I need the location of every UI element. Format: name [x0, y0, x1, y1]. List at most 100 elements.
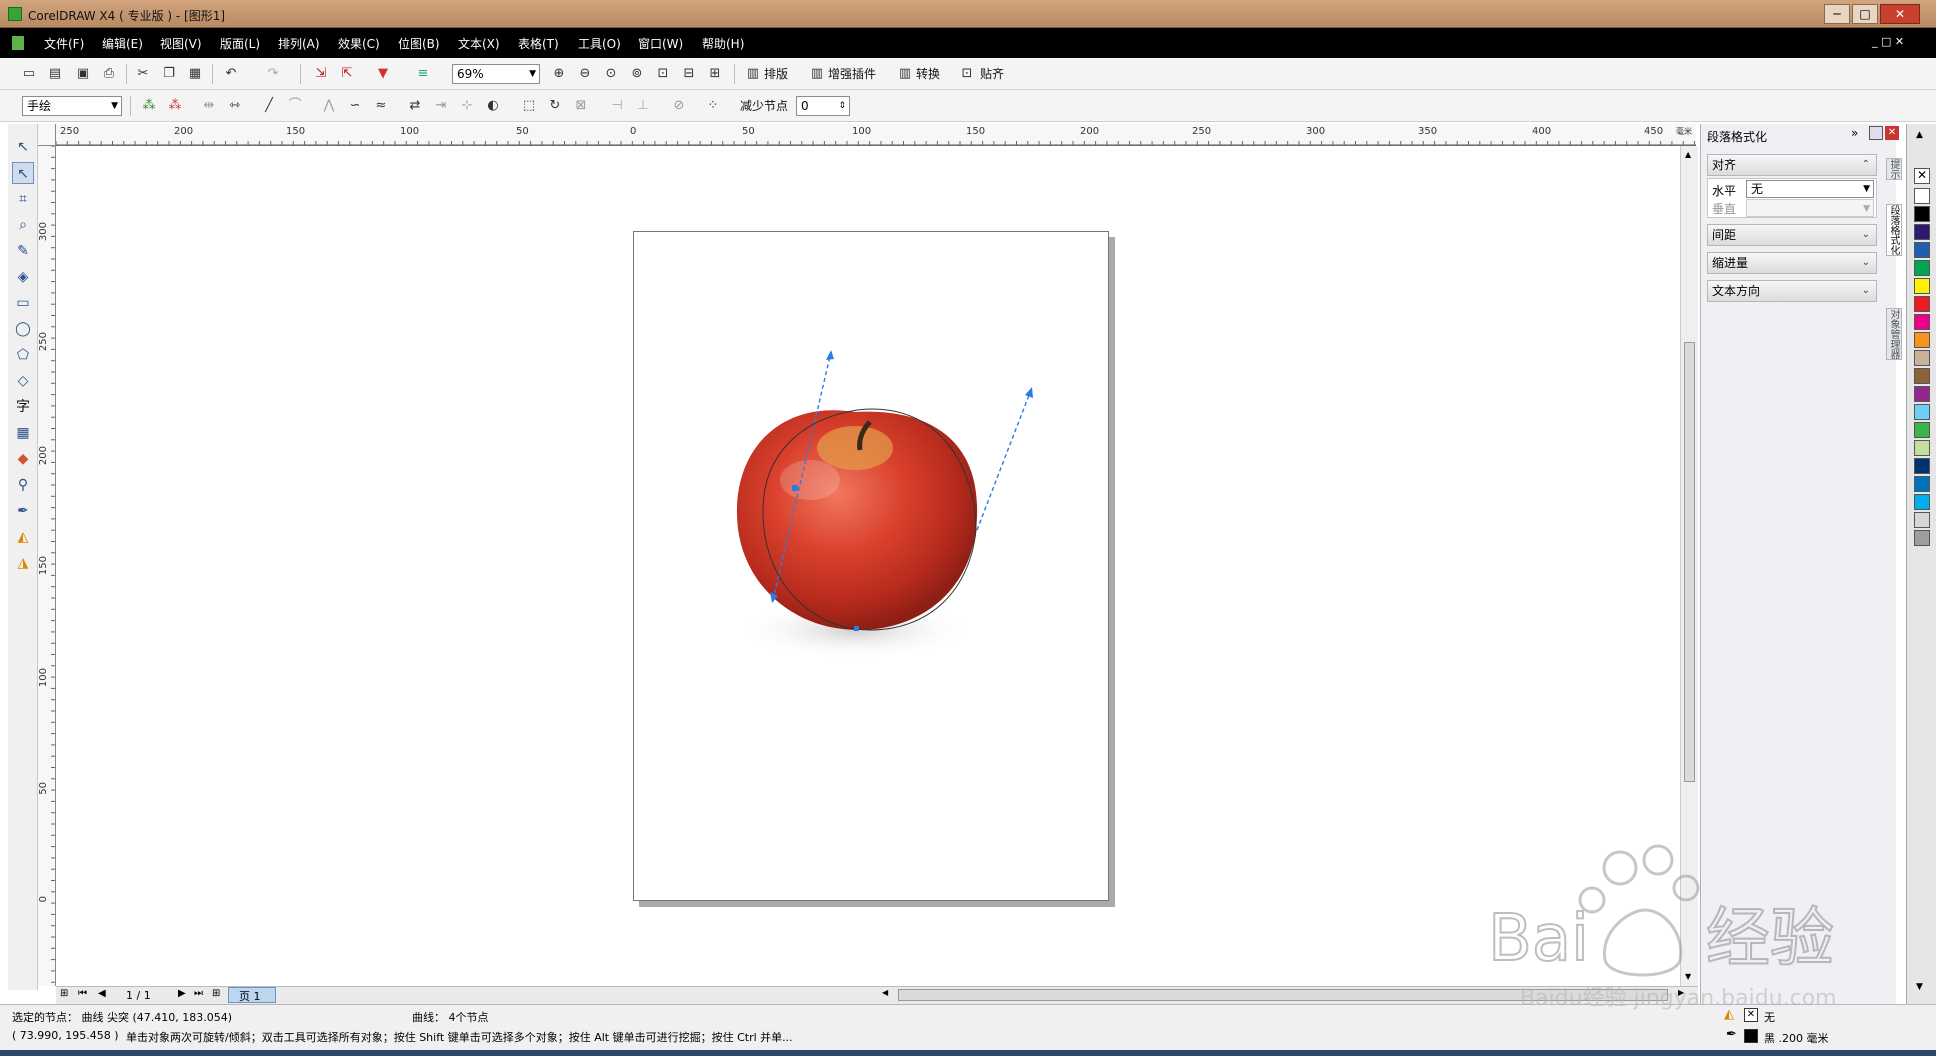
color-swatch[interactable]: [1914, 350, 1930, 366]
horizontal-ruler[interactable]: 250 200 150 100 50 0 50 100 150 200 250 …: [56, 124, 1696, 146]
h-scroll-left-icon[interactable]: ◀: [882, 988, 888, 997]
maximize-button[interactable]: □: [1852, 4, 1878, 24]
paste-icon[interactable]: ▦: [184, 63, 206, 85]
freehand-tool-icon[interactable]: ✎: [12, 240, 34, 262]
prev-page-icon[interactable]: ◀: [98, 988, 106, 999]
menu-file[interactable]: 文件(F): [44, 35, 84, 52]
menu-tools[interactable]: 工具(O): [578, 35, 621, 52]
color-swatch[interactable]: [1914, 458, 1930, 474]
zoom-tool-icon[interactable]: ⌕: [12, 214, 34, 236]
extract-icon[interactable]: ⊹: [456, 95, 478, 117]
no-color-swatch[interactable]: ✕: [1914, 168, 1930, 184]
menu-effects[interactable]: 效果(C): [338, 35, 380, 52]
zoom-level-select[interactable]: 69% ▼: [452, 64, 540, 84]
copy-icon[interactable]: ❐: [158, 63, 180, 85]
color-swatch[interactable]: [1914, 278, 1930, 294]
vertical-ruler[interactable]: 300 250 200 150 100 50 0: [38, 146, 56, 986]
export-icon[interactable]: ⇱: [336, 63, 358, 85]
spacing-section-header[interactable]: 间距 ⌄: [1707, 224, 1877, 246]
add-page-after-icon[interactable]: ⊞: [212, 988, 220, 999]
color-swatch[interactable]: [1914, 530, 1930, 546]
align-nodes-icon[interactable]: ⊠: [570, 95, 592, 117]
palette-scroll-up-icon[interactable]: ▲: [1916, 130, 1923, 140]
options-icon[interactable]: ≡: [412, 63, 434, 85]
menu-view[interactable]: 视图(V): [160, 35, 202, 52]
outline-tool-icon[interactable]: ✒: [12, 500, 34, 522]
outline-swatch[interactable]: [1744, 1029, 1758, 1043]
reverse-icon[interactable]: ⇄: [404, 95, 426, 117]
menu-edit[interactable]: 编辑(E): [102, 35, 143, 52]
symmetric-icon[interactable]: ≈: [370, 95, 392, 117]
last-page-icon[interactable]: ⏭: [194, 988, 203, 999]
redo-icon[interactable]: ↷: [262, 63, 284, 85]
menu-text[interactable]: 文本(X): [458, 35, 500, 52]
color-swatch[interactable]: [1914, 314, 1930, 330]
zoom-in-icon[interactable]: ⊕: [548, 63, 570, 85]
polygon-tool-icon[interactable]: ⬠: [12, 344, 34, 366]
add-node-icon[interactable]: ⁂: [138, 95, 160, 117]
stretch-icon[interactable]: ⬚: [518, 95, 540, 117]
reduce-nodes-field[interactable]: 0 ⇕: [796, 96, 850, 116]
plugin-button[interactable]: 增强插件: [828, 63, 876, 85]
docker-minimize-button[interactable]: [1869, 126, 1883, 140]
interactive-fill-icon[interactable]: ◮: [12, 552, 34, 574]
launcher-icon[interactable]: ▼: [372, 63, 394, 85]
cut-icon[interactable]: ✂: [132, 63, 154, 85]
next-page-icon[interactable]: ▶: [178, 988, 186, 999]
fill-tool-icon[interactable]: ◭: [12, 526, 34, 548]
delete-node-icon[interactable]: ⁂: [164, 95, 186, 117]
elastic-icon[interactable]: ⊘: [668, 95, 690, 117]
save-icon[interactable]: ▣: [72, 63, 94, 85]
node-edit-overlay[interactable]: [700, 340, 1040, 680]
to-curve-icon[interactable]: ⌒: [284, 95, 306, 117]
rotate-nodes-icon[interactable]: ↻: [544, 95, 566, 117]
docker-collapse-icon[interactable]: »: [1851, 126, 1858, 140]
docker-tab-paragraph[interactable]: 段落格式化: [1886, 204, 1902, 256]
color-swatch[interactable]: [1914, 296, 1930, 312]
minimize-button[interactable]: ─: [1824, 4, 1850, 24]
ruler-origin[interactable]: [38, 124, 56, 146]
menu-arrange[interactable]: 排列(A): [278, 35, 320, 52]
menu-layout[interactable]: 版面(L): [220, 35, 260, 52]
doc-window-controls[interactable]: _ □ ✕: [1872, 35, 1904, 48]
cusp-icon[interactable]: ⋀: [318, 95, 340, 117]
open-icon[interactable]: ▤: [44, 63, 66, 85]
color-swatch[interactable]: [1914, 206, 1930, 222]
zoom-height-icon[interactable]: ⊞: [704, 63, 726, 85]
to-line-icon[interactable]: ╱: [258, 95, 280, 117]
basic-shapes-icon[interactable]: ◇: [12, 370, 34, 392]
zoom-out-icon[interactable]: ⊖: [574, 63, 596, 85]
zoom-all-icon[interactable]: ⊚: [626, 63, 648, 85]
shape-tool-icon[interactable]: ↖: [12, 162, 34, 184]
new-icon[interactable]: ▭: [18, 63, 40, 85]
menu-table[interactable]: 表格(T): [518, 35, 559, 52]
color-swatch[interactable]: [1914, 332, 1930, 348]
smooth-icon[interactable]: ∽: [344, 95, 366, 117]
crop-tool-icon[interactable]: ⌗: [12, 188, 34, 210]
indent-section-header[interactable]: 缩进量 ⌄: [1707, 252, 1877, 274]
first-page-icon[interactable]: ⏮: [78, 988, 87, 999]
zoom-width-icon[interactable]: ⊟: [678, 63, 700, 85]
menu-bitmaps[interactable]: 位图(B): [398, 35, 440, 52]
docker-tab-object-manager[interactable]: 对象管理器: [1886, 308, 1902, 360]
color-swatch[interactable]: [1914, 512, 1930, 528]
docker-tab-hints[interactable]: 提示: [1886, 158, 1902, 180]
mirror-v-icon[interactable]: ⊥: [632, 95, 654, 117]
align-section-header[interactable]: 对齐 ⌃: [1707, 154, 1877, 176]
color-swatch[interactable]: [1914, 242, 1930, 258]
color-swatch[interactable]: [1914, 476, 1930, 492]
import-icon[interactable]: ⇲: [310, 63, 332, 85]
close-button[interactable]: ✕: [1880, 4, 1920, 24]
docker-close-button[interactable]: ✕: [1885, 126, 1899, 140]
page-tab[interactable]: 页 1: [228, 987, 276, 1003]
color-swatch[interactable]: [1914, 422, 1930, 438]
color-swatch[interactable]: [1914, 440, 1930, 456]
break-curve-icon[interactable]: ⇿: [224, 95, 246, 117]
text-tool-icon[interactable]: 字: [12, 396, 34, 418]
text-direction-section-header[interactable]: 文本方向 ⌄: [1707, 280, 1877, 302]
smart-fill-icon[interactable]: ◈: [12, 266, 34, 288]
add-page-before-icon[interactable]: ⊞: [60, 988, 68, 999]
close-curve-icon[interactable]: ◐: [482, 95, 504, 117]
print-icon[interactable]: ⎙: [98, 63, 120, 85]
scroll-thumb[interactable]: [1684, 342, 1695, 782]
